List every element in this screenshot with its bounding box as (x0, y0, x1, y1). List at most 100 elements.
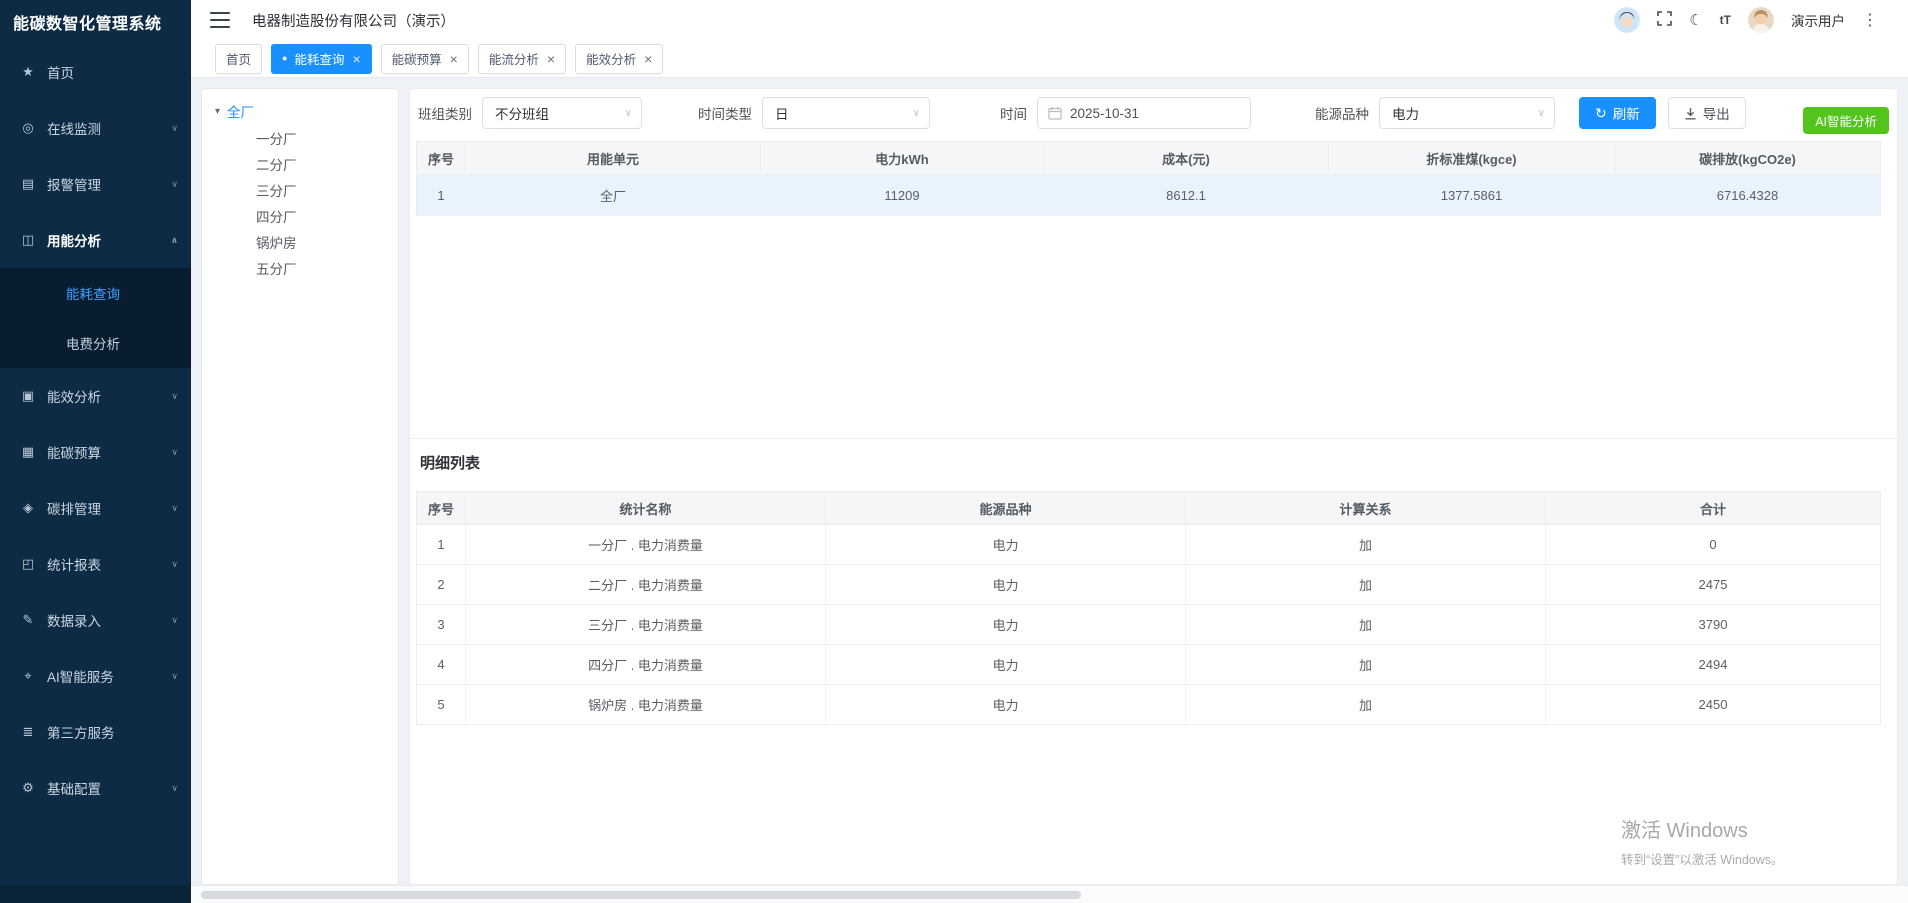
energy-type-select[interactable]: 电力 ∨ (1379, 97, 1555, 129)
tree-node-child[interactable]: 锅炉房 (202, 229, 398, 255)
company-title: 电器制造股份有限公司（演示） (252, 10, 455, 31)
tree-node-child[interactable]: 五分厂 (202, 255, 398, 281)
summary-table-row[interactable]: 1 全厂 11209 8612.1 1377.5861 6716.4328 (416, 175, 1881, 216)
horizontal-scrollbar-thumb[interactable] (201, 891, 1081, 899)
report-icon: ◰ (19, 556, 37, 572)
column-header: 序号 (416, 141, 466, 175)
energy-type-label: 能源品种 (1315, 103, 1369, 123)
tab-close-icon[interactable]: × (450, 52, 458, 66)
ai-service-icon: ⌖ (19, 668, 37, 684)
detail-table-row[interactable]: 4 四分厂 . 电力消费量 电力 加 2494 (416, 645, 1881, 685)
chevron-down-icon: ∨ (171, 615, 178, 626)
tab-home[interactable]: 首页 (215, 44, 262, 74)
detail-list-title: 明细列表 (410, 439, 1897, 479)
active-dot-icon: ● (282, 54, 287, 63)
sidebar: 能碳数智化管理系统 ★ 首页 ◎ 在线监测 ∨ ▤ 报警管理 ∨ ◫ 用能分析 … (0, 0, 191, 903)
date-picker-input[interactable]: 2025-10-31 (1037, 97, 1251, 129)
dark-mode-moon-icon[interactable]: ☾ (1689, 13, 1702, 28)
detail-table-row[interactable]: 3 三分厂 . 电力消费量 电力 加 3790 (416, 605, 1881, 645)
tab-close-icon[interactable]: × (352, 52, 360, 66)
energy-analysis-icon: ◫ (19, 232, 37, 248)
menu-collapse-icon[interactable] (210, 12, 230, 28)
sidebar-subitem-electricity-cost[interactable]: 电费分析 (0, 318, 191, 368)
sidebar-item-base-config[interactable]: ⚙ 基础配置 ∨ (0, 760, 191, 816)
column-header: 合计 (1546, 491, 1881, 525)
chevron-down-icon: ∨ (171, 179, 178, 190)
column-header: 序号 (416, 491, 466, 525)
sidebar-item-ai-service[interactable]: ⌖ AI智能服务 ∨ (0, 648, 191, 704)
detail-table-row[interactable]: 2 二分厂 . 电力消费量 电力 加 2475 (416, 565, 1881, 605)
detail-table-header-row: 序号 统计名称 能源品种 计算关系 合计 (416, 491, 1881, 525)
topbar-right-icons: ☾ tT 演示用户 ⋮ (1614, 7, 1908, 33)
sidebar-item-home[interactable]: ★ 首页 (0, 44, 191, 100)
sidebar-item-online-monitor[interactable]: ◎ 在线监测 ∨ (0, 100, 191, 156)
user-avatar[interactable] (1748, 7, 1774, 33)
main-panel: 班组类别 不分班组 ∨ 时间类型 日 ∨ 时间 2025-10-31 (409, 88, 1898, 885)
alarm-manage-icon: ▤ (19, 176, 37, 192)
chevron-up-icon: ∧ (171, 235, 178, 246)
column-header: 计算关系 (1186, 491, 1546, 525)
sidebar-item-efficiency-analysis[interactable]: ▣ 能效分析 ∨ (0, 368, 191, 424)
export-button[interactable]: 导出 (1668, 97, 1746, 129)
tab-carbon-budget[interactable]: 能碳预算 × (381, 44, 469, 74)
tab-efficiency-analysis[interactable]: 能效分析 × (575, 44, 663, 74)
sidebar-item-carbon-budget[interactable]: ▦ 能碳预算 ∨ (0, 424, 191, 480)
refresh-button[interactable]: ↻ 刷新 (1579, 97, 1656, 129)
column-header: 碳排放(kgCO2e) (1615, 141, 1881, 175)
ai-analysis-button[interactable]: AI智能分析 (1803, 107, 1889, 134)
sidebar-submenu-energy-analysis: 能耗查询 电费分析 (0, 268, 191, 368)
chevron-down-icon: ∨ (171, 671, 178, 682)
detail-table-row[interactable]: 1 一分厂 . 电力消费量 电力 加 0 (416, 525, 1881, 565)
tree-node-child[interactable]: 三分厂 (202, 177, 398, 203)
carbon-emission-icon: ◈ (19, 500, 37, 516)
detail-table-row[interactable]: 5 锅炉房 . 电力消费量 电力 加 2450 (416, 685, 1881, 725)
assistant-avatar[interactable] (1614, 7, 1640, 33)
tab-close-icon[interactable]: × (644, 52, 652, 66)
sidebar-item-third-party[interactable]: ≣ 第三方服务 (0, 704, 191, 760)
sidebar-item-energy-analysis[interactable]: ◫ 用能分析 ∧ (0, 212, 191, 268)
chevron-down-icon: ∨ (171, 123, 178, 134)
home-star-icon: ★ (19, 64, 37, 80)
efficiency-analysis-icon: ▣ (19, 388, 37, 404)
user-name[interactable]: 演示用户 (1791, 10, 1845, 30)
chevron-down-icon: ∨ (171, 503, 178, 514)
download-icon (1684, 107, 1697, 120)
cell-unit: 全厂 (466, 175, 761, 216)
tree-node-child[interactable]: 二分厂 (202, 151, 398, 177)
time-type-select[interactable]: 日 ∨ (762, 97, 930, 129)
calendar-icon (1048, 106, 1062, 120)
base-config-gear-icon: ⚙ (19, 780, 37, 796)
horizontal-scrollbar-track (191, 885, 1908, 903)
tab-close-icon[interactable]: × (547, 52, 555, 66)
content-area: ▾ 全厂 一分厂 二分厂 三分厂 四分厂 锅炉房 五分厂 班组类别 不分班组 ∨ (191, 78, 1908, 885)
tree-node-root[interactable]: ▾ 全厂 (202, 97, 398, 125)
online-monitor-icon: ◎ (19, 120, 37, 136)
column-header: 统计名称 (466, 491, 826, 525)
tab-energy-flow[interactable]: 能流分析 × (478, 44, 566, 74)
chevron-down-icon: ∨ (171, 391, 178, 402)
column-header: 电力kWh (761, 141, 1044, 175)
more-options-icon[interactable]: ⋮ (1862, 10, 1878, 30)
data-entry-icon: ✎ (19, 612, 37, 628)
sidebar-item-data-entry[interactable]: ✎ 数据录入 ∨ (0, 592, 191, 648)
column-header: 成本(元) (1044, 141, 1329, 175)
fullscreen-icon[interactable] (1657, 11, 1672, 29)
font-size-icon[interactable]: tT (1720, 13, 1731, 27)
tree-node-child[interactable]: 四分厂 (202, 203, 398, 229)
unit-tree-panel: ▾ 全厂 一分厂 二分厂 三分厂 四分厂 锅炉房 五分厂 (201, 88, 399, 885)
tree-node-child[interactable]: 一分厂 (202, 125, 398, 151)
sidebar-subitem-energy-query[interactable]: 能耗查询 (0, 268, 191, 318)
tab-energy-query[interactable]: ● 能耗查询 × (271, 44, 372, 74)
sidebar-footer-strip (0, 885, 191, 903)
cell-coal-equivalent: 1377.5861 (1329, 175, 1615, 216)
topbar: 电器制造股份有限公司（演示） ☾ tT 演示用户 ⋮ (191, 0, 1908, 40)
summary-section: 班组类别 不分班组 ∨ 时间类型 日 ∨ 时间 2025-10-31 (410, 89, 1897, 438)
filter-row: 班组类别 不分班组 ∨ 时间类型 日 ∨ 时间 2025-10-31 (410, 97, 1897, 129)
group-type-select[interactable]: 不分班组 ∨ (482, 97, 642, 129)
chevron-down-icon: ∨ (171, 559, 178, 570)
app-logo-title: 能碳数智化管理系统 (0, 0, 191, 44)
tree-expand-caret-icon: ▾ (215, 106, 220, 117)
sidebar-item-carbon-emission[interactable]: ◈ 碳排管理 ∨ (0, 480, 191, 536)
sidebar-item-statistics-report[interactable]: ◰ 统计报表 ∨ (0, 536, 191, 592)
sidebar-item-alarm-manage[interactable]: ▤ 报警管理 ∨ (0, 156, 191, 212)
